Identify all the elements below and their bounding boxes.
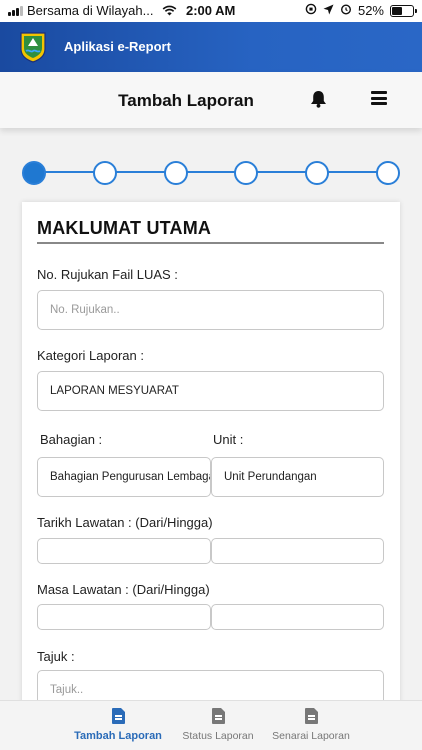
battery-icon xyxy=(390,4,417,17)
step-2-indicator[interactable] xyxy=(92,161,117,185)
app-title: Aplikasi e-Report xyxy=(64,39,171,54)
title-label: Tajuk : xyxy=(37,649,75,664)
stepper-line xyxy=(34,171,388,173)
step-6-indicator[interactable] xyxy=(376,161,400,185)
division-select[interactable]: Bahagian Pengurusan Lembaga xyxy=(37,457,211,497)
section-title: MAKLUMAT UTAMA xyxy=(37,218,212,238)
tab-tambah-laporan[interactable]: Tambah Laporan xyxy=(63,708,173,742)
unit-select[interactable]: Unit Perundangan xyxy=(211,457,384,497)
cellular-signal-icon xyxy=(8,5,23,16)
form-card: MAKLUMAT UTAMA No. Rujukan Fail LUAS : N… xyxy=(22,202,400,750)
tab-label: Senarai Laporan xyxy=(272,730,350,742)
tab-label: Tambah Laporan xyxy=(74,730,162,742)
hamburger-menu-icon[interactable] xyxy=(371,91,387,105)
visit-date-from-input[interactable] xyxy=(37,538,211,564)
ref-no-input[interactable]: No. Rujukan.. xyxy=(37,290,384,330)
location-arrow-icon xyxy=(323,3,334,18)
page-header: Tambah Laporan xyxy=(0,72,422,128)
visit-date-label: Tarikh Lawatan : (Dari/Hingga) xyxy=(37,515,213,530)
step-3-indicator[interactable] xyxy=(163,161,188,185)
visit-time-label: Masa Lawatan : (Dari/Hingga) xyxy=(37,582,210,597)
step-1-indicator[interactable] xyxy=(22,161,46,185)
orientation-lock-icon xyxy=(305,3,317,18)
division-label: Bahagian : xyxy=(40,432,103,447)
app-logo-icon xyxy=(20,31,46,63)
clock: 2:00 AM xyxy=(186,3,236,18)
section-divider xyxy=(37,242,384,244)
step-4-indicator[interactable] xyxy=(234,161,259,185)
status-icons: 52% xyxy=(305,3,417,18)
category-label: Kategori Laporan : xyxy=(37,348,144,363)
battery-level xyxy=(392,6,403,15)
carrier-info: Bersama di Wilayah... xyxy=(8,3,153,18)
step-5-indicator[interactable] xyxy=(305,161,330,185)
visit-date-to-input[interactable] xyxy=(211,538,384,564)
battery-percentage: 52% xyxy=(357,3,384,18)
tab-senarai-laporan[interactable]: Senarai Laporan xyxy=(256,708,366,742)
app-bar: Aplikasi e-Report xyxy=(0,22,422,72)
bottom-tab-bar: Tambah Laporan Status Laporan Senarai La… xyxy=(0,700,422,750)
alarm-icon xyxy=(340,3,352,18)
document-icon xyxy=(111,708,125,724)
wifi-icon xyxy=(162,4,177,19)
visit-time-from-input[interactable] xyxy=(37,604,211,630)
carrier-name: Bersama di Wilayah... xyxy=(27,3,154,18)
unit-label: Unit : xyxy=(213,432,244,447)
visit-time-to-input[interactable] xyxy=(211,604,384,630)
document-icon xyxy=(304,708,318,724)
status-bar: Bersama di Wilayah... 2:00 AM 52% xyxy=(0,0,422,22)
ref-no-label: No. Rujukan Fail LUAS : xyxy=(37,267,178,282)
notification-bell-icon[interactable] xyxy=(310,90,327,113)
form-stepper xyxy=(0,158,422,186)
document-icon xyxy=(211,708,225,724)
category-select[interactable]: LAPORAN MESYUARAT xyxy=(37,371,384,411)
